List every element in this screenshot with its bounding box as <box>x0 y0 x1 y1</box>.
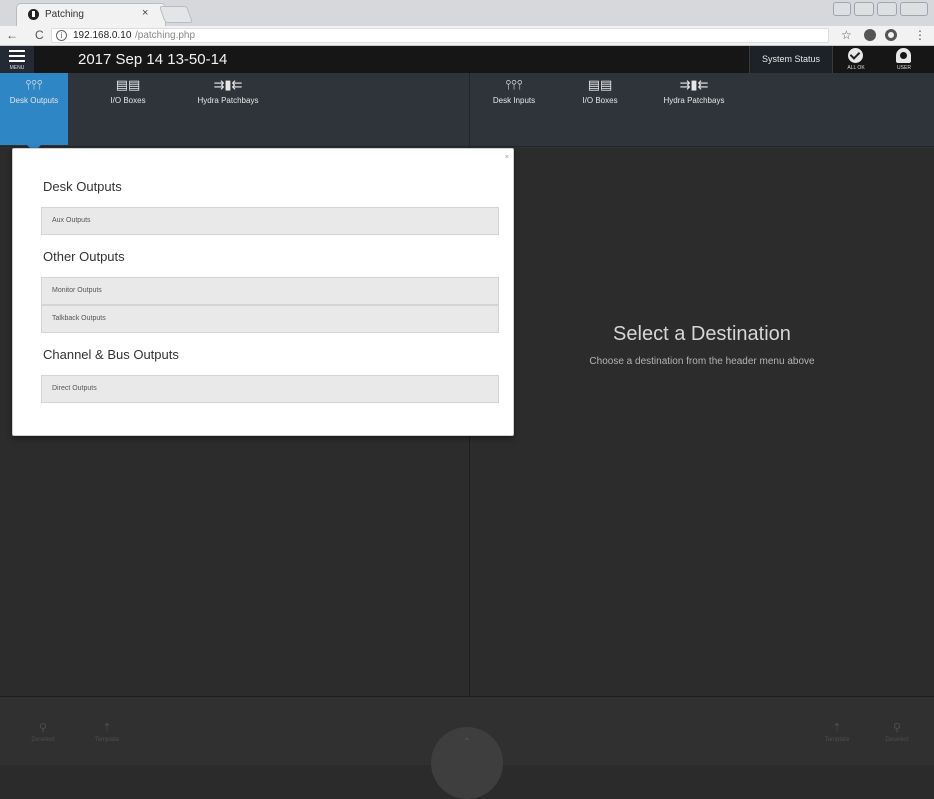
tab-hydra-patchbays-left[interactable]: ⇉▮⇇ Hydra Patchbays <box>180 73 276 147</box>
deselect-label: Deselect <box>885 737 909 743</box>
menu-item-aux-outputs[interactable]: Aux Outputs <box>41 207 499 235</box>
tab-desk-outputs[interactable]: ⫯⫯⫯ Desk Outputs <box>0 73 68 152</box>
io-box-icon: ▤▤ <box>587 78 613 93</box>
minimize-icon[interactable] <box>854 2 874 16</box>
url-path: /patching.php <box>135 30 196 41</box>
url-host: 192.168.0.10 <box>73 30 132 41</box>
menu-item-talkback-outputs[interactable]: Talkback Outputs <box>41 305 499 333</box>
close-tab-icon[interactable]: × <box>142 7 148 19</box>
menu-item-monitor-outputs[interactable]: Monitor Outputs <box>41 277 499 305</box>
template-button-right[interactable]: ⇡ Template <box>814 722 860 743</box>
user-label: USER <box>897 65 911 71</box>
faders-icon: ⫯⫯⫯ <box>505 78 523 93</box>
browser-tab-title: Patching <box>45 9 84 20</box>
favicon-icon <box>28 9 39 20</box>
section-title-desk-outputs: Desk Outputs <box>43 179 122 194</box>
menu-item-direct-outputs[interactable]: Direct Outputs <box>41 375 499 403</box>
close-window-icon[interactable] <box>900 2 928 16</box>
menu-label: MENU <box>9 65 25 71</box>
nav-divider <box>469 73 470 148</box>
system-status-button[interactable]: System Status <box>749 46 833 73</box>
close-icon[interactable]: × <box>505 154 509 161</box>
tab-label: Hydra Patchbays <box>663 96 725 105</box>
empty-state-subtitle: Choose a destination from the header men… <box>589 356 815 367</box>
patchbay-icon: ⇉▮⇇ <box>213 78 243 93</box>
deselect-button-right[interactable]: ⚲ Deselect <box>874 722 920 743</box>
extension-ring-icon[interactable] <box>885 29 897 41</box>
browser-menu-icon[interactable]: ⋮ <box>914 28 926 42</box>
tab-label: Desk Outputs <box>9 96 59 105</box>
template-button-left[interactable]: ⇡ Template <box>84 722 130 743</box>
empty-state-title: Select a Destination <box>613 323 791 345</box>
center-action-button[interactable]: ⌃ <box>431 727 503 799</box>
template-label: Template <box>824 737 850 743</box>
menu-button[interactable]: MENU <box>0 46 34 73</box>
browser-tab[interactable]: Patching × <box>16 3 166 26</box>
upload-icon: ⇡ <box>102 722 112 734</box>
tab-label: Desk Inputs <box>492 96 536 105</box>
bookmark-star-icon[interactable]: ☆ <box>841 28 852 42</box>
hamburger-icon <box>9 50 25 62</box>
date-time: 2017 Sep 14 13-50-14 <box>78 51 228 68</box>
checkmark-icon <box>848 48 863 63</box>
tab-label: Hydra Patchbays <box>197 96 259 105</box>
all-ok-label: ALL OK <box>847 65 865 71</box>
user-icon <box>896 48 911 63</box>
patchbay-icon: ⇉▮⇇ <box>679 78 709 93</box>
search-icon: ⚲ <box>38 722 48 734</box>
deselect-label: Deselect <box>31 737 55 743</box>
reload-icon[interactable]: C <box>35 28 44 42</box>
tab-io-boxes-left[interactable]: ▤▤ I/O Boxes <box>96 73 160 147</box>
app-header: MENU 2017 Sep 14 13-50-14 System Status … <box>0 46 934 73</box>
url-input[interactable]: i 192.168.0.10 /patching.php <box>51 28 829 43</box>
tab-label: I/O Boxes <box>110 96 146 105</box>
faders-icon: ⫯⫯⫯ <box>25 78 43 93</box>
user-button[interactable]: USER <box>882 46 926 73</box>
patch-nav-bar: ⫯⫯⫯ Desk Outputs ▤▤ I/O Boxes ⇉▮⇇ Hydra … <box>0 73 934 152</box>
back-icon[interactable]: ← <box>6 28 18 42</box>
upload-icon: ⇡ <box>832 722 842 734</box>
profile-icon[interactable] <box>833 2 851 16</box>
section-title-channel-bus-outputs: Channel & Bus Outputs <box>43 347 179 362</box>
tab-label: I/O Boxes <box>582 96 618 105</box>
maximize-icon[interactable] <box>877 2 897 16</box>
deselect-button-left[interactable]: ⚲ Deselect <box>20 722 66 743</box>
chevron-up-icon: ⌃ <box>462 737 472 748</box>
all-ok-button[interactable]: ALL OK <box>834 46 878 73</box>
address-bar: ← C i 192.168.0.10 /patching.php ☆ ⋮ <box>0 26 934 46</box>
info-icon[interactable]: i <box>56 30 67 41</box>
section-title-other-outputs: Other Outputs <box>43 249 125 264</box>
tab-io-boxes-right[interactable]: ▤▤ I/O Boxes <box>568 73 632 147</box>
tab-hydra-patchbays-right[interactable]: ⇉▮⇇ Hydra Patchbays <box>646 73 742 147</box>
template-label: Template <box>94 737 120 743</box>
destination-panel <box>470 148 934 696</box>
new-tab-button[interactable] <box>158 6 194 23</box>
search-icon: ⚲ <box>892 722 902 734</box>
browser-tab-strip: Patching × <box>0 0 934 26</box>
extension-icon[interactable] <box>864 29 876 41</box>
io-box-icon: ▤▤ <box>115 78 141 93</box>
desk-outputs-dropdown: × Desk Outputs Aux Outputs Other Outputs… <box>12 148 514 436</box>
window-controls <box>833 2 928 16</box>
tab-desk-inputs[interactable]: ⫯⫯⫯ Desk Inputs <box>480 73 548 147</box>
